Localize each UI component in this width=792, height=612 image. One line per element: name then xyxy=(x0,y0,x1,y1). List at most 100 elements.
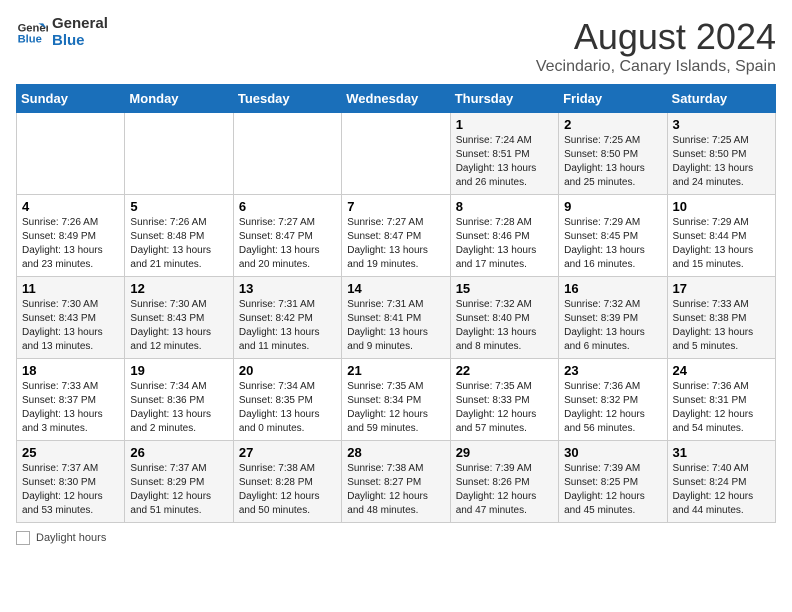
day-number: 23 xyxy=(564,363,661,378)
logo: General Blue General Blue xyxy=(16,16,108,49)
calendar-cell: 27 Sunrise: 7:38 AM Sunset: 8:28 PM Dayli… xyxy=(233,441,341,523)
day-number: 24 xyxy=(673,363,770,378)
day-info: Sunrise: 7:33 AM Sunset: 8:37 PM Dayligh… xyxy=(22,380,119,436)
day-number: 27 xyxy=(239,445,336,460)
calendar-cell: 25 Sunrise: 7:37 AM Sunset: 8:30 PM Dayli… xyxy=(17,441,125,523)
calendar-cell: 26 Sunrise: 7:37 AM Sunset: 8:29 PM Dayli… xyxy=(125,441,233,523)
day-info: Sunrise: 7:33 AM Sunset: 8:38 PM Dayligh… xyxy=(673,298,770,354)
calendar-cell: 5Sunrise: 7:26 AM Sunset: 8:48 PM Daylig… xyxy=(125,195,233,277)
day-info: Sunrise: 7:37 AM Sunset: 8:30 PM Dayligh… xyxy=(22,462,119,518)
day-number: 12 xyxy=(130,281,227,296)
day-info: Sunrise: 7:38 AM Sunset: 8:27 PM Dayligh… xyxy=(347,462,444,518)
calendar-cell xyxy=(125,113,233,195)
calendar-cell: 14 Sunrise: 7:31 AM Sunset: 8:41 PM Dayli… xyxy=(342,277,450,359)
day-number: 22 xyxy=(456,363,553,378)
calendar-title: August 2024 xyxy=(536,16,776,58)
col-saturday: Saturday xyxy=(667,85,775,113)
day-number: 11 xyxy=(22,281,119,296)
calendar-cell: 31Sunrise: 7:40 AM Sunset: 8:24 PM Dayli… xyxy=(667,441,775,523)
day-number: 16 xyxy=(564,281,661,296)
day-info: Sunrise: 7:32 AM Sunset: 8:39 PM Dayligh… xyxy=(564,298,661,354)
calendar-cell: 9Sunrise: 7:29 AM Sunset: 8:45 PM Daylig… xyxy=(559,195,667,277)
calendar-cell: 29Sunrise: 7:39 AM Sunset: 8:26 PM Dayli… xyxy=(450,441,558,523)
day-info: Sunrise: 7:39 AM Sunset: 8:26 PM Dayligh… xyxy=(456,462,553,518)
calendar-cell: 28 Sunrise: 7:38 AM Sunset: 8:27 PM Dayli… xyxy=(342,441,450,523)
day-info: Sunrise: 7:35 AM Sunset: 8:34 PM Dayligh… xyxy=(347,380,444,436)
day-number: 14 xyxy=(347,281,444,296)
calendar-week-3: 11 Sunrise: 7:30 AM Sunset: 8:43 PM Dayli… xyxy=(17,277,776,359)
day-info: Sunrise: 7:39 AM Sunset: 8:25 PM Dayligh… xyxy=(564,462,661,518)
calendar-cell xyxy=(17,113,125,195)
day-info: Sunrise: 7:36 AM Sunset: 8:31 PM Dayligh… xyxy=(673,380,770,436)
day-info: Sunrise: 7:31 AM Sunset: 8:41 PM Dayligh… xyxy=(347,298,444,354)
svg-text:Blue: Blue xyxy=(18,33,42,45)
calendar-table: Sunday Monday Tuesday Wednesday Thursday… xyxy=(16,84,776,523)
day-number: 30 xyxy=(564,445,661,460)
day-info: Sunrise: 7:26 AM Sunset: 8:48 PM Dayligh… xyxy=(130,216,227,272)
calendar-week-2: 4 Sunrise: 7:26 AM Sunset: 8:49 PM Daylig… xyxy=(17,195,776,277)
day-info: Sunrise: 7:25 AM Sunset: 8:50 PM Dayligh… xyxy=(564,134,661,190)
calendar-week-4: 18 Sunrise: 7:33 AM Sunset: 8:37 PM Dayli… xyxy=(17,359,776,441)
day-info: Sunrise: 7:30 AM Sunset: 8:43 PM Dayligh… xyxy=(130,298,227,354)
header-row: Sunday Monday Tuesday Wednesday Thursday… xyxy=(17,85,776,113)
calendar-cell: 1Sunrise: 7:24 AM Sunset: 8:51 PM Daylig… xyxy=(450,113,558,195)
calendar-cell: 6 Sunrise: 7:27 AM Sunset: 8:47 PM Daylig… xyxy=(233,195,341,277)
day-number: 18 xyxy=(22,363,119,378)
day-number: 4 xyxy=(22,199,119,214)
day-info: Sunrise: 7:38 AM Sunset: 8:28 PM Dayligh… xyxy=(239,462,336,518)
calendar-cell: 21 Sunrise: 7:35 AM Sunset: 8:34 PM Dayli… xyxy=(342,359,450,441)
day-info: Sunrise: 7:34 AM Sunset: 8:36 PM Dayligh… xyxy=(130,380,227,436)
calendar-cell: 2 Sunrise: 7:25 AM Sunset: 8:50 PM Daylig… xyxy=(559,113,667,195)
col-friday: Friday xyxy=(559,85,667,113)
day-info: Sunrise: 7:27 AM Sunset: 8:47 PM Dayligh… xyxy=(239,216,336,272)
day-number: 26 xyxy=(130,445,227,460)
day-number: 17 xyxy=(673,281,770,296)
calendar-cell: 16 Sunrise: 7:32 AM Sunset: 8:39 PM Dayli… xyxy=(559,277,667,359)
title-area: August 2024 Vecindario, Canary Islands, … xyxy=(536,16,776,76)
day-number: 21 xyxy=(347,363,444,378)
day-info: Sunrise: 7:29 AM Sunset: 8:44 PM Dayligh… xyxy=(673,216,770,272)
header: General Blue General Blue August 2024 Ve… xyxy=(16,16,776,76)
calendar-cell: 12 Sunrise: 7:30 AM Sunset: 8:43 PM Dayli… xyxy=(125,277,233,359)
logo-icon: General Blue xyxy=(16,17,48,49)
day-number: 1 xyxy=(456,117,553,132)
day-info: Sunrise: 7:25 AM Sunset: 8:50 PM Dayligh… xyxy=(673,134,770,190)
calendar-cell: 3Sunrise: 7:25 AM Sunset: 8:50 PM Daylig… xyxy=(667,113,775,195)
day-number: 25 xyxy=(22,445,119,460)
col-sunday: Sunday xyxy=(17,85,125,113)
calendar-cell: 18 Sunrise: 7:33 AM Sunset: 8:37 PM Dayli… xyxy=(17,359,125,441)
col-monday: Monday xyxy=(125,85,233,113)
calendar-cell xyxy=(342,113,450,195)
day-info: Sunrise: 7:32 AM Sunset: 8:40 PM Dayligh… xyxy=(456,298,553,354)
day-number: 20 xyxy=(239,363,336,378)
col-tuesday: Tuesday xyxy=(233,85,341,113)
day-number: 28 xyxy=(347,445,444,460)
day-info: Sunrise: 7:34 AM Sunset: 8:35 PM Dayligh… xyxy=(239,380,336,436)
calendar-cell: 19 Sunrise: 7:34 AM Sunset: 8:36 PM Dayli… xyxy=(125,359,233,441)
calendar-subtitle: Vecindario, Canary Islands, Spain xyxy=(536,58,776,76)
day-number: 8 xyxy=(456,199,553,214)
calendar-cell xyxy=(233,113,341,195)
calendar-cell: 11 Sunrise: 7:30 AM Sunset: 8:43 PM Dayli… xyxy=(17,277,125,359)
calendar-cell: 30 Sunrise: 7:39 AM Sunset: 8:25 PM Dayli… xyxy=(559,441,667,523)
calendar-week-5: 25 Sunrise: 7:37 AM Sunset: 8:30 PM Dayli… xyxy=(17,441,776,523)
day-number: 2 xyxy=(564,117,661,132)
day-info: Sunrise: 7:37 AM Sunset: 8:29 PM Dayligh… xyxy=(130,462,227,518)
day-number: 6 xyxy=(239,199,336,214)
legend: Daylight hours xyxy=(16,531,776,545)
day-number: 10 xyxy=(673,199,770,214)
day-number: 13 xyxy=(239,281,336,296)
calendar-cell: 17 Sunrise: 7:33 AM Sunset: 8:38 PM Dayli… xyxy=(667,277,775,359)
day-number: 19 xyxy=(130,363,227,378)
calendar-cell: 8Sunrise: 7:28 AM Sunset: 8:46 PM Daylig… xyxy=(450,195,558,277)
day-info: Sunrise: 7:26 AM Sunset: 8:49 PM Dayligh… xyxy=(22,216,119,272)
calendar-cell: 24 Sunrise: 7:36 AM Sunset: 8:31 PM Dayli… xyxy=(667,359,775,441)
day-number: 7 xyxy=(347,199,444,214)
calendar-cell: 23Sunrise: 7:36 AM Sunset: 8:32 PM Dayli… xyxy=(559,359,667,441)
day-number: 9 xyxy=(564,199,661,214)
legend-box xyxy=(16,531,30,545)
calendar-cell: 10 Sunrise: 7:29 AM Sunset: 8:44 PM Dayli… xyxy=(667,195,775,277)
day-info: Sunrise: 7:30 AM Sunset: 8:43 PM Dayligh… xyxy=(22,298,119,354)
day-info: Sunrise: 7:31 AM Sunset: 8:42 PM Dayligh… xyxy=(239,298,336,354)
calendar-cell: 4 Sunrise: 7:26 AM Sunset: 8:49 PM Daylig… xyxy=(17,195,125,277)
